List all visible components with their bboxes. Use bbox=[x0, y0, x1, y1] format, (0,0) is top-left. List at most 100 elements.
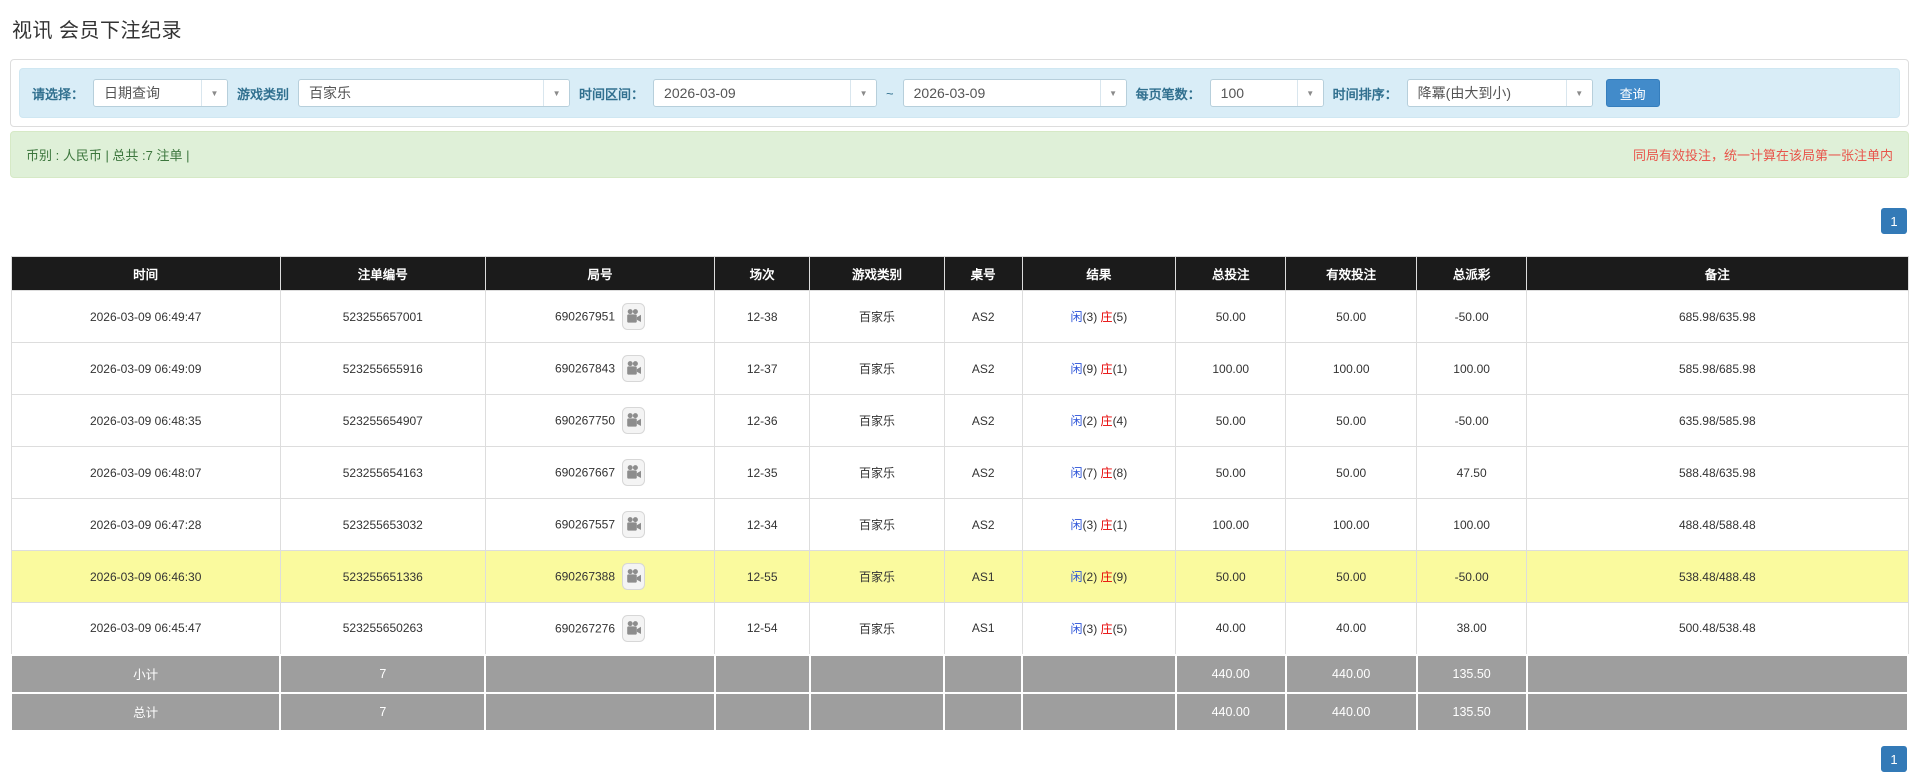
result-player-score: (7) bbox=[1082, 466, 1098, 480]
cell-bet-number: 523255650263 bbox=[279, 602, 486, 655]
column-header-8: 有效投注 bbox=[1285, 256, 1418, 291]
chevron-down-icon[interactable]: ▼ bbox=[1565, 80, 1592, 106]
chevron-down-icon[interactable]: ▼ bbox=[1296, 80, 1323, 106]
cell-valid-bet: 50.00 bbox=[1285, 550, 1418, 603]
round-number: 690267951 bbox=[554, 309, 616, 324]
cell-note: 538.48/488.48 bbox=[1526, 550, 1909, 603]
date-to-select[interactable]: 2026-03-09 ▼ bbox=[902, 79, 1127, 107]
cell-total-bet-link[interactable]: 50.00 bbox=[1175, 446, 1287, 499]
bet-records-table: 时间 注单编号 局号 场次 游戏类别 桌号 结果 总投注 有效投注 总派彩 备注 2026-03-0… bbox=[9, 256, 1910, 732]
query-type-select[interactable]: 日期查询 ▼ bbox=[93, 79, 229, 107]
video-replay-icon[interactable] bbox=[622, 614, 646, 642]
round-number: 690267388 bbox=[554, 569, 616, 584]
column-header-0: 时间 bbox=[10, 256, 281, 291]
summary-bar: 币别 : 人民币 | 总共 :7 注单 | 同局有效投注，统一计算在该局第一张注… bbox=[10, 131, 1909, 178]
video-replay-icon[interactable] bbox=[622, 563, 646, 590]
cell-note: 500.48/538.48 bbox=[1526, 602, 1909, 655]
cell-table-number: AS2 bbox=[943, 446, 1023, 499]
date-from-value: 2026-03-09 bbox=[664, 85, 736, 101]
result-player-score: (3) bbox=[1082, 310, 1098, 324]
cell-total-bet-link[interactable]: 100.00 bbox=[1175, 498, 1287, 551]
subtotal-row-cell-1: 7 bbox=[279, 653, 487, 694]
date-from-select[interactable]: 2026-03-09 ▼ bbox=[653, 79, 878, 107]
cell-time: 2026-03-09 06:45:47 bbox=[10, 602, 281, 655]
chevron-down-icon[interactable]: ▼ bbox=[850, 80, 877, 106]
subtotal-row: 小计 7 440.00 440.00 135.50 bbox=[9, 653, 1910, 694]
round-number: 690267750 bbox=[554, 413, 616, 428]
date-range-label: 时间区间： bbox=[579, 86, 645, 102]
chevron-down-icon[interactable]: ▼ bbox=[543, 80, 570, 106]
cell-valid-bet: 50.00 bbox=[1285, 446, 1418, 499]
page-size-select[interactable]: 100 ▼ bbox=[1209, 79, 1324, 107]
cell-result: 闲(2) 庄(4) bbox=[1021, 394, 1177, 447]
cell-total-bet-link[interactable]: 50.00 bbox=[1175, 394, 1287, 447]
cell-game-type: 百家乐 bbox=[809, 394, 945, 447]
cell-payout: 47.50 bbox=[1416, 446, 1528, 499]
result-banker-score: (9) bbox=[1112, 570, 1128, 584]
query-type-value: 日期查询 bbox=[104, 85, 161, 101]
cell-table-number: AS2 bbox=[943, 498, 1023, 551]
chevron-down-icon[interactable]: ▼ bbox=[201, 80, 228, 106]
cell-game-type: 百家乐 bbox=[809, 602, 945, 655]
page-1-button[interactable]: 1 bbox=[1881, 208, 1907, 234]
chevron-down-icon[interactable]: ▼ bbox=[1099, 80, 1126, 106]
subtotal-row-cell-0: 小计 bbox=[9, 653, 282, 694]
sort-order-select[interactable]: 降冪(由大到小) ▼ bbox=[1406, 79, 1593, 107]
subtotal-row-cell-8: 440.00 bbox=[1284, 653, 1418, 694]
cell-bet-number: 523255655916 bbox=[279, 342, 486, 395]
cell-session: 12-55 bbox=[714, 550, 811, 603]
column-header-2: 局号 bbox=[484, 256, 716, 291]
grand-total-row-cell-3 bbox=[713, 691, 811, 732]
grand-total-row-cell-9: 135.50 bbox=[1415, 691, 1528, 732]
cell-table-number: AS1 bbox=[943, 550, 1023, 603]
game-type-select[interactable]: 百家乐 ▼ bbox=[298, 79, 571, 107]
cell-session: 12-35 bbox=[714, 446, 811, 499]
result-banker-label: 庄 bbox=[1100, 414, 1113, 428]
cell-valid-bet: 100.00 bbox=[1285, 342, 1418, 395]
grand-total-row-cell-7: 440.00 bbox=[1174, 691, 1287, 732]
video-replay-icon[interactable] bbox=[622, 407, 646, 434]
cell-total-bet-link[interactable]: 100.00 bbox=[1175, 342, 1287, 395]
cell-total-bet-link[interactable]: 50.00 bbox=[1175, 550, 1287, 603]
column-header-3: 场次 bbox=[714, 256, 811, 291]
video-replay-icon[interactable] bbox=[622, 303, 646, 330]
cell-game-type: 百家乐 bbox=[809, 446, 945, 499]
result-banker-score: (8) bbox=[1112, 466, 1128, 480]
video-replay-icon[interactable] bbox=[622, 511, 646, 538]
cell-total-bet-link[interactable]: 50.00 bbox=[1175, 290, 1287, 343]
cell-payout: 100.00 bbox=[1416, 342, 1528, 395]
column-header-5: 桌号 bbox=[943, 256, 1023, 291]
summary-currency-total: 币别 : 人民币 | 总共 :7 注单 | bbox=[26, 148, 190, 163]
cell-payout: -50.00 bbox=[1416, 290, 1528, 343]
result-banker-label: 庄 bbox=[1100, 362, 1113, 376]
cell-payout: -50.00 bbox=[1416, 550, 1528, 603]
cell-result: 闲(7) 庄(8) bbox=[1021, 446, 1177, 499]
result-banker-score: (1) bbox=[1112, 518, 1128, 532]
cell-valid-bet: 50.00 bbox=[1285, 290, 1418, 343]
page-size-value: 100 bbox=[1220, 85, 1245, 101]
subtotal-row-cell-4 bbox=[808, 653, 946, 694]
search-button[interactable]: 查询 bbox=[1605, 79, 1660, 107]
cell-game-type: 百家乐 bbox=[809, 342, 945, 395]
subtotal-row-cell-3 bbox=[713, 653, 811, 694]
page-1-button[interactable]: 1 bbox=[1881, 745, 1907, 772]
table-body: 2026-03-09 06:49:47 523255657001 6902679… bbox=[9, 290, 1910, 732]
column-header-9: 总派彩 bbox=[1416, 256, 1528, 291]
result-banker-score: (5) bbox=[1112, 621, 1128, 636]
page-size-label: 每页笔数： bbox=[1135, 86, 1201, 102]
cell-session: 12-37 bbox=[714, 342, 811, 395]
cell-table-number: AS2 bbox=[943, 342, 1023, 395]
result-banker-score: (1) bbox=[1112, 362, 1128, 376]
result-banker-score: (5) bbox=[1112, 310, 1128, 324]
result-player-label: 闲 bbox=[1070, 570, 1083, 584]
date-to-value: 2026-03-09 bbox=[913, 85, 986, 101]
cell-total-bet-link[interactable]: 40.00 bbox=[1175, 602, 1287, 655]
cell-time: 2026-03-09 06:48:35 bbox=[10, 394, 281, 447]
cell-payout: -50.00 bbox=[1416, 394, 1528, 447]
video-replay-icon[interactable] bbox=[622, 459, 646, 486]
grand-total-row-cell-10 bbox=[1525, 691, 1910, 732]
video-replay-icon[interactable] bbox=[622, 355, 646, 382]
cell-time: 2026-03-09 06:49:09 bbox=[10, 342, 281, 395]
cell-round-number: 690267667 bbox=[484, 446, 716, 499]
pagination-top: 1 bbox=[10, 208, 1907, 234]
